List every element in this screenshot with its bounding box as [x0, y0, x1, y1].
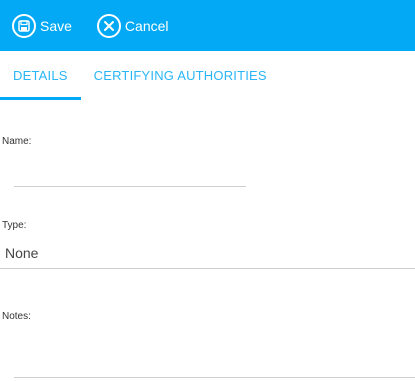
cancel-icon	[96, 13, 121, 38]
name-field[interactable]	[14, 186, 246, 187]
save-icon	[12, 13, 36, 38]
type-label: Type:	[2, 220, 27, 231]
tab-certifying-authorities[interactable]: CERTIFYING AUTHORITIES	[81, 51, 280, 100]
tab-bar: DETAILS CERTIFYING AUTHORITIES	[0, 51, 415, 100]
action-toolbar: Save Cancel	[0, 0, 415, 51]
save-label: Save	[40, 17, 72, 34]
name-label: Name:	[2, 136, 32, 147]
notes-label: Notes:	[2, 311, 31, 322]
cancel-label: Cancel	[124, 17, 169, 34]
cancel-button[interactable]: Cancel	[96, 13, 169, 38]
type-select-underline	[0, 268, 415, 269]
notes-field[interactable]	[14, 377, 415, 378]
save-button[interactable]: Save	[12, 13, 72, 38]
type-select[interactable]: None	[5, 245, 38, 261]
tab-details[interactable]: DETAILS	[0, 51, 81, 100]
